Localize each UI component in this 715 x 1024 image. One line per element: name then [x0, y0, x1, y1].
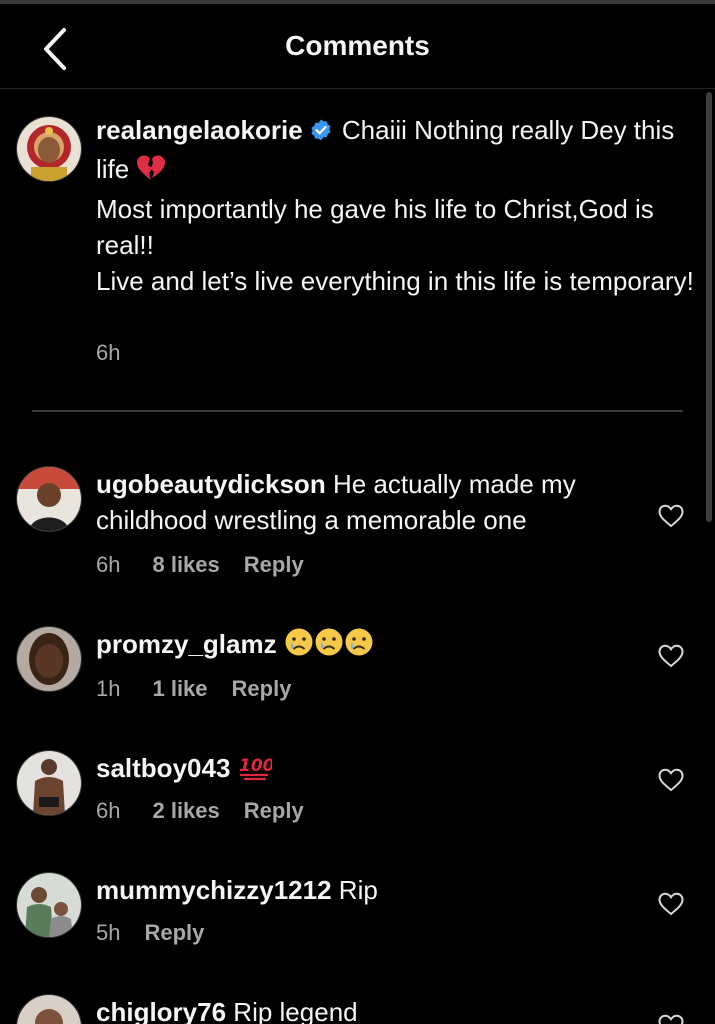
comment-text: mummychizzy1212 Rip [96, 872, 636, 908]
comment-username[interactable]: ugobeautydickson [96, 469, 326, 499]
comment-likes[interactable]: 8 likes [152, 552, 219, 578]
avatar-image [17, 467, 81, 531]
caption-line-2: Most importantly he gave his life to Chr… [96, 194, 654, 260]
comment-likes[interactable]: 1 like [152, 676, 207, 702]
reply-button[interactable]: Reply [244, 552, 304, 578]
comment-meta: 5h Reply [96, 920, 204, 946]
header-bar: Comments [0, 4, 715, 89]
like-button[interactable] [658, 768, 684, 792]
caption-divider [32, 410, 683, 412]
avatar[interactable] [16, 626, 82, 692]
comment-body: Rip legend [233, 997, 358, 1024]
like-button[interactable] [658, 892, 684, 916]
reply-button[interactable]: Reply [232, 676, 292, 702]
comment-text: saltboy043 100 [96, 750, 636, 790]
comment-meta: 6h 2 likes Reply [96, 798, 304, 824]
avatar[interactable] [16, 750, 82, 816]
comment-timestamp: 6h [96, 798, 121, 823]
comment-body: Rip [338, 875, 378, 905]
heart-icon [658, 768, 684, 792]
comment-username[interactable]: promzy_glamz [96, 629, 277, 659]
comment-username[interactable]: chiglory76 [96, 997, 226, 1024]
crying-face-icon [344, 627, 374, 666]
verified-badge-icon [309, 115, 333, 151]
avatar[interactable] [16, 116, 82, 182]
caption-line-3: Live and let’s live everything in this l… [96, 266, 694, 296]
heart-icon [658, 892, 684, 916]
avatar-image [17, 627, 81, 691]
caption-username[interactable]: realangelaokorie [96, 115, 303, 145]
comment-meta: 1h 1 like Reply [96, 676, 291, 702]
avatar-image [17, 117, 81, 181]
avatar-image [17, 995, 81, 1024]
like-button[interactable] [658, 644, 684, 668]
comment-text: promzy_glamz [96, 626, 636, 666]
caption-text: realangelaokorie Chaiii Nothing really D… [96, 112, 696, 299]
comment-text: ugobeautydickson He actually made my chi… [96, 466, 636, 538]
comment-meta: 6h 8 likes Reply [96, 552, 304, 578]
reply-button[interactable]: Reply [144, 920, 204, 946]
avatar-image [17, 751, 81, 815]
comment-text: chiglory76 Rip legend [96, 994, 636, 1024]
avatar-image [17, 873, 81, 937]
hundred-points-icon: 100 [238, 751, 274, 790]
avatar[interactable] [16, 466, 82, 532]
comment-timestamp: 5h [96, 920, 121, 945]
svg-text:100: 100 [239, 756, 272, 776]
reply-button[interactable]: Reply [244, 798, 304, 824]
page-title: Comments [285, 30, 430, 61]
comment-timestamp: 6h [96, 552, 121, 577]
like-button[interactable] [658, 1014, 684, 1024]
heart-icon [658, 644, 684, 668]
comment-username[interactable]: mummychizzy1212 [96, 875, 332, 905]
comment-likes[interactable]: 2 likes [152, 798, 219, 824]
broken-heart-icon [136, 154, 166, 191]
like-button[interactable] [658, 504, 684, 528]
heart-icon [658, 1014, 684, 1024]
crying-face-icon [314, 627, 344, 666]
crying-face-icon [284, 627, 314, 666]
comment-timestamp: 1h [96, 676, 121, 701]
avatar[interactable] [16, 872, 82, 938]
comment-username[interactable]: saltboy043 [96, 753, 230, 783]
avatar[interactable] [16, 994, 82, 1024]
caption-timestamp: 6h [96, 340, 121, 365]
comments-screen: Comments realangelaokorie Chaiii Nothing… [0, 0, 715, 1024]
heart-icon [658, 504, 684, 528]
scrollbar[interactable] [706, 92, 712, 522]
